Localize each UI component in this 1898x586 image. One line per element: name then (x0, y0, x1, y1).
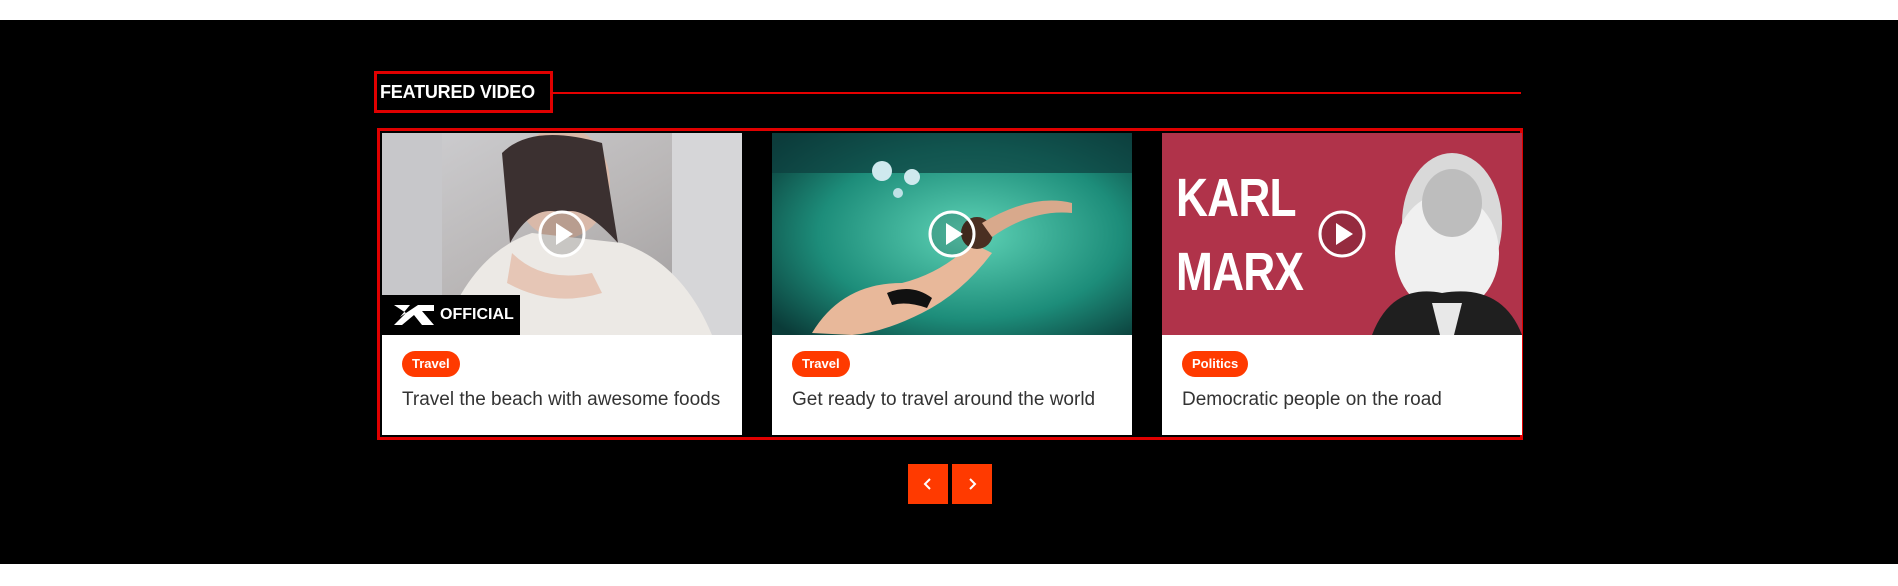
section-title: FEATURED VIDEO (380, 81, 535, 102)
video-carousel: OFFICIAL Travel Travel the beach with aw… (377, 128, 1523, 440)
section-title-box: FEATURED VIDEO (374, 71, 553, 113)
video-title[interactable]: Travel the beach with awesome foods (402, 389, 720, 411)
video-title[interactable]: Democratic people on the road (1182, 389, 1442, 411)
official-label: OFFICIAL (440, 306, 514, 323)
section-title-rule (550, 92, 1521, 94)
thumbnail-text-line: MARX (1176, 242, 1304, 302)
video-thumbnail[interactable] (772, 133, 1132, 335)
carousel-next-button[interactable] (952, 464, 992, 504)
chevron-left-icon (923, 478, 931, 490)
featured-video-section: FEATURED VIDEO OFFICIAL Travel Travel th… (0, 20, 1898, 564)
video-card[interactable]: OFFICIAL Travel Travel the beach with aw… (382, 133, 742, 435)
yg-logo-icon (394, 305, 434, 325)
official-logo: OFFICIAL (382, 295, 520, 335)
category-badge[interactable]: Travel (792, 351, 850, 377)
category-badge[interactable]: Politics (1182, 351, 1249, 377)
carousel-prev-button[interactable] (908, 464, 948, 504)
video-thumbnail[interactable]: KARL MARX (1162, 133, 1522, 335)
play-circle-icon[interactable] (1317, 209, 1367, 259)
play-circle-icon[interactable] (537, 209, 587, 259)
chevron-right-icon (969, 478, 977, 490)
video-card[interactable]: Travel Get ready to travel around the wo… (772, 133, 1132, 435)
category-badge[interactable]: Travel (402, 351, 460, 377)
play-circle-icon[interactable] (927, 209, 977, 259)
thumbnail-text-line: KARL (1176, 168, 1297, 228)
video-title[interactable]: Get ready to travel around the world (792, 389, 1095, 411)
section-header: FEATURED VIDEO (374, 71, 1521, 113)
video-card[interactable]: KARL MARX Politics Democratic people on … (1162, 133, 1522, 435)
video-thumbnail[interactable]: OFFICIAL (382, 133, 742, 335)
